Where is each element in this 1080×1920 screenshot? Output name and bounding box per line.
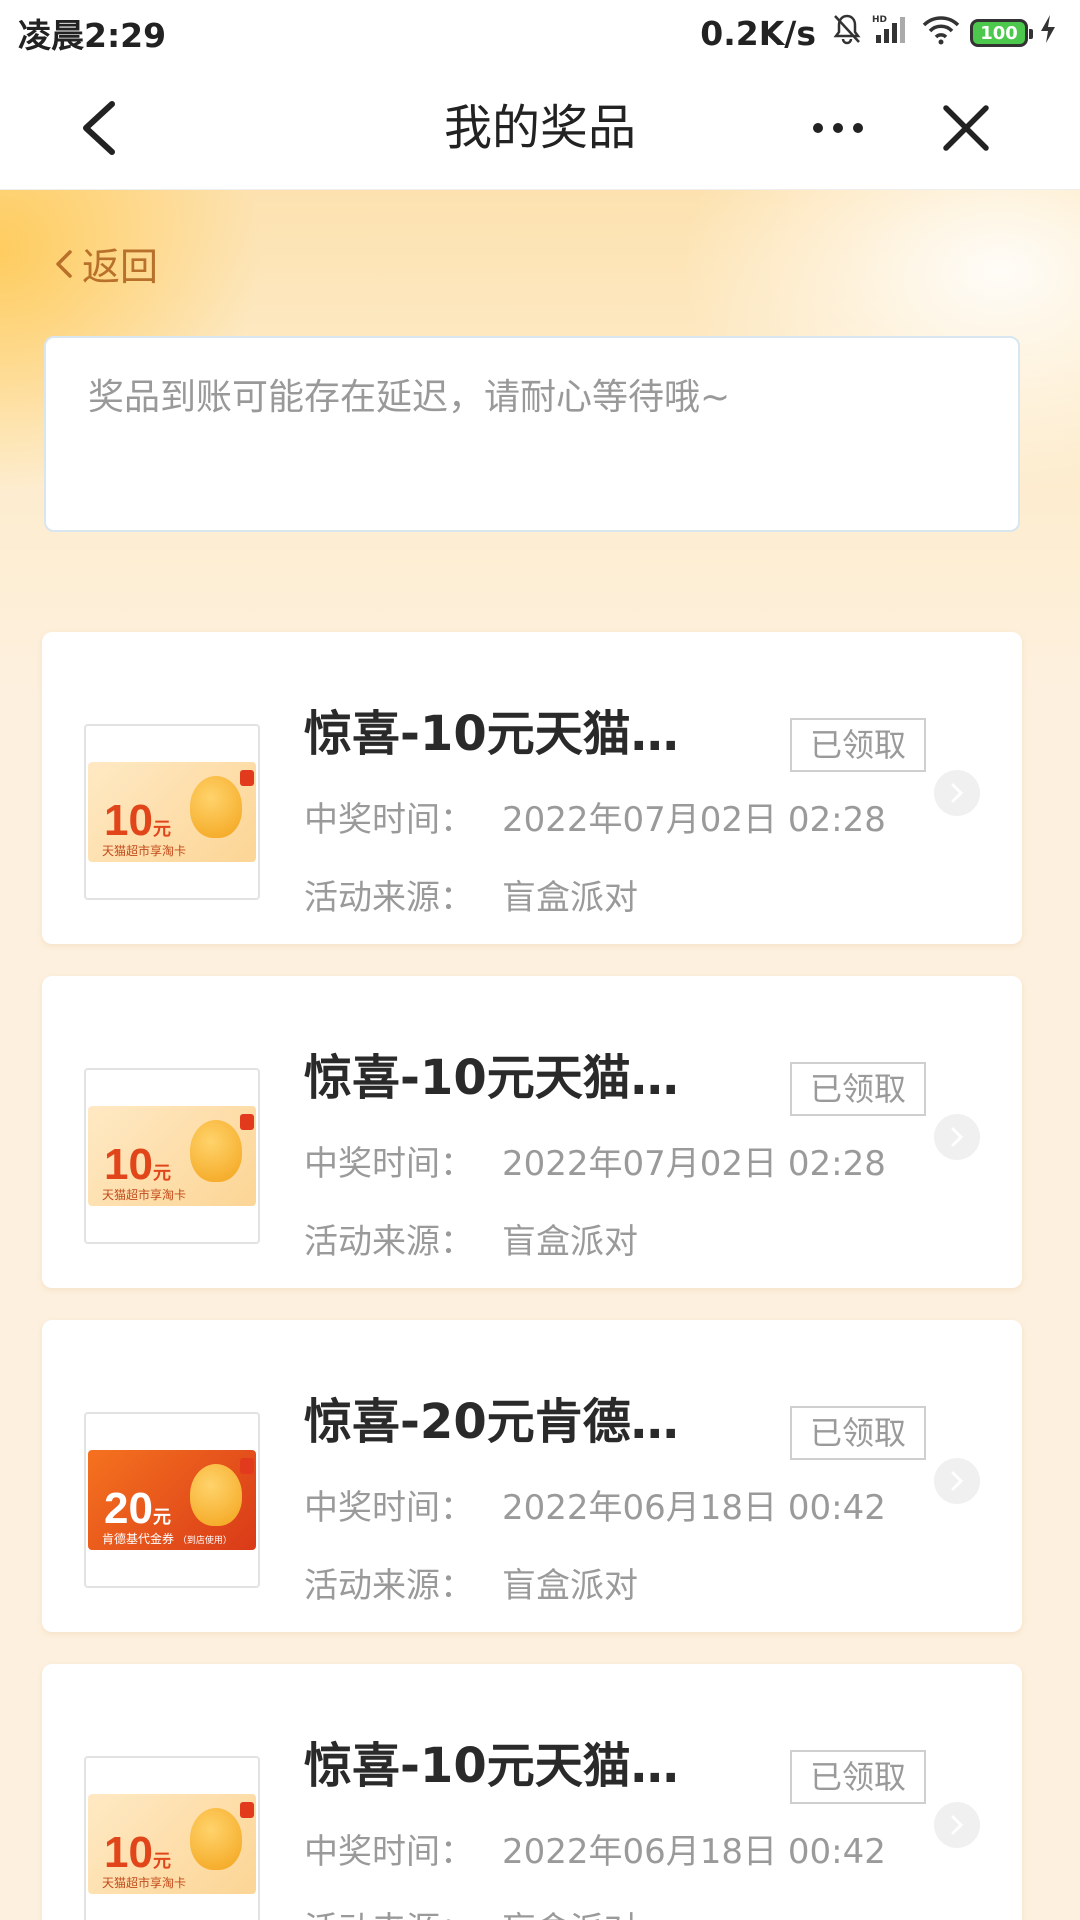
svg-text:HD: HD — [872, 15, 887, 25]
time-label: 中奖时间： — [304, 1488, 474, 1528]
status-badge: 已领取 — [790, 1750, 926, 1804]
prize-card[interactable]: 10元 天猫超市享淘卡 惊喜-10元天猫超... 已领取 中奖时间： 2022年0… — [42, 976, 1022, 1288]
thumb-amount: 10 — [104, 796, 153, 845]
back-arrow-button[interactable] — [70, 96, 130, 160]
prize-card-image: 10元 天猫超市享淘卡 — [88, 1106, 256, 1206]
status-time: 凌晨2:29 — [18, 16, 167, 55]
prize-source: 盲盒派对 — [502, 1566, 638, 1606]
chevron-right-icon — [951, 1127, 964, 1147]
source-label: 活动来源： — [304, 1222, 474, 1262]
mascot-icon — [190, 776, 242, 838]
chevron-right-icon — [951, 1815, 964, 1835]
status-badge: 已领取 — [790, 1406, 926, 1460]
prize-source: 盲盒派对 — [502, 1222, 638, 1262]
more-options-button[interactable] — [808, 106, 868, 150]
prize-source-row: 活动来源： 盲盒派对 — [304, 1558, 638, 1607]
close-button[interactable] — [940, 102, 992, 154]
prize-card-image: 10元 天猫超市享淘卡 — [88, 1794, 256, 1894]
time-label: 中奖时间： — [304, 1144, 474, 1184]
prize-source-row: 活动来源： 盲盒派对 — [304, 1214, 638, 1263]
time-label: 中奖时间： — [304, 800, 474, 840]
thumb-subtitle: 肯德基代金券 （到店使用） — [102, 1530, 232, 1547]
page-title: 我的奖品 — [443, 100, 636, 156]
mascot-icon — [190, 1120, 242, 1182]
prize-time: 2022年06月18日 00:42 — [502, 1488, 886, 1528]
status-badge: 已领取 — [790, 718, 926, 772]
thumb-amount: 10 — [104, 1828, 153, 1877]
prize-thumbnail: 10元 天猫超市享淘卡 — [84, 724, 260, 900]
source-label: 活动来源： — [304, 1910, 474, 1920]
mute-bell-icon — [832, 13, 862, 53]
thumb-subtitle: 天猫超市享淘卡 — [102, 1876, 187, 1890]
status-icons: 0.2K/s HD 100 — [700, 13, 1058, 53]
thumb-subtitle: 天猫超市享淘卡 — [102, 1188, 187, 1202]
detail-arrow-button[interactable] — [934, 770, 980, 816]
thumb-unit: 元 — [152, 819, 171, 839]
prize-card[interactable]: 20元 肯德基代金券 （到店使用） 惊喜-20元肯德基... 已领取 中奖时间：… — [42, 1320, 1022, 1632]
prize-thumbnail: 10元 天猫超市享淘卡 — [84, 1068, 260, 1244]
thumb-amount: 10 — [104, 1140, 153, 1189]
thumb-subtitle: 天猫超市享淘卡 — [102, 844, 187, 858]
prize-time-row: 中奖时间： 2022年06月18日 00:42 — [304, 1824, 886, 1873]
thumb-unit: 元 — [152, 1507, 171, 1527]
chevron-left-icon — [83, 101, 115, 155]
prize-time: 2022年07月02日 02:28 — [502, 800, 886, 840]
red-envelope-icon — [240, 1458, 254, 1474]
prize-source-row: 活动来源： 盲盒派对 — [304, 870, 638, 919]
chevron-right-icon — [951, 783, 964, 803]
back-link[interactable]: 返回 — [50, 236, 158, 291]
detail-arrow-button[interactable] — [934, 1802, 980, 1848]
prize-source: 盲盒派对 — [502, 1910, 638, 1920]
delay-notice: 奖品到账可能存在延迟，请耐心等待哦~ — [44, 336, 1020, 532]
signal-icon: HD — [872, 13, 912, 53]
prize-card[interactable]: 10元 天猫超市享淘卡 惊喜-10元天猫超... 已领取 中奖时间： 2022年0… — [42, 632, 1022, 944]
prize-time-row: 中奖时间： 2022年07月02日 02:28 — [304, 1136, 886, 1185]
prize-card-image: 20元 肯德基代金券 （到店使用） — [88, 1450, 256, 1550]
back-link-label: 返回 — [82, 245, 159, 289]
prize-thumbnail: 20元 肯德基代金券 （到店使用） — [84, 1412, 260, 1588]
more-dots-icon — [813, 123, 863, 133]
thumb-unit: 元 — [152, 1851, 171, 1871]
thumb-unit: 元 — [152, 1163, 171, 1183]
red-envelope-icon — [240, 1802, 254, 1818]
prize-title: 惊喜-10元天猫超... — [304, 706, 724, 762]
prize-source-row: 活动来源： 盲盒派对 — [304, 1902, 638, 1920]
wifi-icon — [922, 14, 960, 53]
source-label: 活动来源： — [304, 878, 474, 918]
prize-thumbnail: 10元 天猫超市享淘卡 — [84, 1756, 260, 1920]
prize-time: 2022年06月18日 00:42 — [502, 1832, 886, 1872]
thumb-amount: 20 — [104, 1484, 153, 1533]
thumb-tag: （到店使用） — [177, 1536, 232, 1546]
detail-arrow-button[interactable] — [934, 1458, 980, 1504]
time-label: 中奖时间： — [304, 1832, 474, 1872]
prize-title: 惊喜-20元肯德基... — [304, 1394, 724, 1450]
chevron-left-icon — [56, 249, 72, 278]
detail-arrow-button[interactable] — [934, 1114, 980, 1160]
prize-card-image: 10元 天猫超市享淘卡 — [88, 762, 256, 862]
mascot-icon — [190, 1464, 242, 1526]
prize-card[interactable]: 10元 天猫超市享淘卡 惊喜-10元天猫超... 已领取 中奖时间： 2022年0… — [42, 1664, 1022, 1920]
status-bar: 凌晨2:29 0.2K/s HD 100 — [0, 0, 1080, 66]
nav-bar: 我的奖品 — [0, 66, 1080, 190]
red-envelope-icon — [240, 770, 254, 786]
prize-time-row: 中奖时间： 2022年06月18日 00:42 — [304, 1480, 886, 1529]
close-icon — [943, 105, 989, 151]
charging-icon — [1038, 13, 1058, 53]
thumb-subtitle-text: 肯德基代金券 — [102, 1532, 175, 1546]
network-speed: 0.2K/s — [700, 13, 816, 53]
battery-icon: 100 — [970, 19, 1033, 47]
mascot-icon — [190, 1808, 242, 1870]
status-badge: 已领取 — [790, 1062, 926, 1116]
red-envelope-icon — [240, 1114, 254, 1130]
prize-time: 2022年07月02日 02:28 — [502, 1144, 886, 1184]
source-label: 活动来源： — [304, 1566, 474, 1606]
chevron-right-icon — [951, 1471, 964, 1491]
prize-time-row: 中奖时间： 2022年07月02日 02:28 — [304, 792, 886, 841]
prize-title: 惊喜-10元天猫超... — [304, 1738, 724, 1794]
prize-title: 惊喜-10元天猫超... — [304, 1050, 724, 1106]
prize-source: 盲盒派对 — [502, 878, 638, 918]
